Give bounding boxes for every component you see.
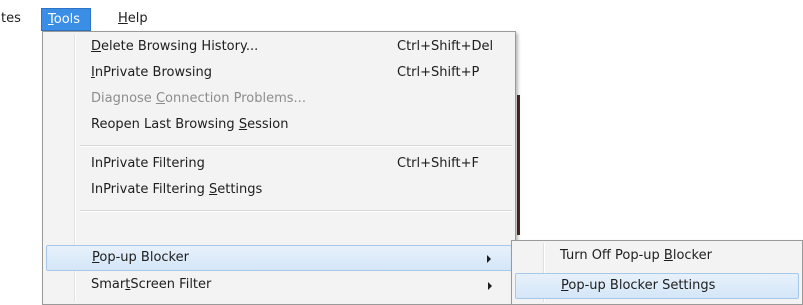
menu-help-label: elp [127, 11, 148, 26]
menu-item-shortcut: Ctrl+Shift+P [397, 65, 480, 80]
menu-separator [80, 210, 512, 212]
submenu-arrow-icon [488, 282, 492, 290]
menu-item-popup-blocker[interactable]: Pop-up Blocker [46, 245, 512, 271]
menu-help[interactable]: Help [112, 8, 154, 31]
menu-item-label: Diagnose Connection Problems... [91, 91, 306, 106]
menu-item-label: InPrivate Filtering Settings [91, 182, 263, 197]
menu-item-label: Turn Off Pop-up Blocker [560, 248, 712, 263]
menu-item-diagnose-connection-problems: Diagnose Connection Problems... [46, 87, 512, 113]
menu-item-inprivate-browsing[interactable]: InPrivate Browsing Ctrl+Shift+P [46, 61, 512, 87]
menu-item-label: Pop-up Blocker [92, 250, 189, 265]
page-image-edge [517, 95, 520, 235]
menu-item-shortcut: Ctrl+Shift+Del [397, 39, 494, 54]
menu-item-label: InPrivate Filtering [91, 156, 205, 171]
menu-tools[interactable]: Tools [41, 8, 91, 31]
menu-item-inprivate-filtering[interactable]: InPrivate Filtering Ctrl+Shift+F [46, 152, 512, 178]
tools-dropdown-menu: Delete Browsing History... Ctrl+Shift+De… [42, 31, 516, 305]
menu-tools-label: ools [53, 12, 81, 27]
menu-item-label: SmartScreen Filter [91, 277, 212, 292]
menu-item-smartscreen-filter[interactable]: SmartScreen Filter [46, 273, 512, 299]
menu-item-delete-browsing-history[interactable]: Delete Browsing History... Ctrl+Shift+De… [46, 35, 512, 61]
menu-item-shortcut: Ctrl+Shift+F [397, 156, 479, 171]
menu-item-turn-off-popup-blocker[interactable]: Turn Off Pop-up Blocker [515, 244, 799, 270]
menu-favorites[interactable]: tes [0, 8, 27, 31]
menu-item-inprivate-filtering-settings[interactable]: InPrivate Filtering Settings [46, 178, 512, 204]
menu-item-reopen-last-browsing-session[interactable]: Reopen Last Browsing Session [46, 113, 512, 139]
menu-bar: tes Tools Help [0, 8, 803, 31]
menu-item-label: Pop-up Blocker Settings [561, 278, 716, 293]
menu-favorites-label: tes [1, 11, 21, 26]
window-top-strip [0, 0, 803, 8]
submenu-arrow-icon [487, 255, 491, 263]
popup-blocker-submenu: Turn Off Pop-up Blocker Pop-up Blocker S… [511, 240, 803, 305]
menu-item-label: InPrivate Browsing [91, 65, 212, 80]
menu-separator [80, 145, 512, 147]
menu-help-accel: H [118, 11, 128, 26]
menu-item-popup-blocker-settings[interactable]: Pop-up Blocker Settings [515, 273, 799, 299]
menu-item-label: Delete Browsing History... [91, 39, 259, 54]
menu-item-label: Reopen Last Browsing Session [91, 117, 289, 132]
